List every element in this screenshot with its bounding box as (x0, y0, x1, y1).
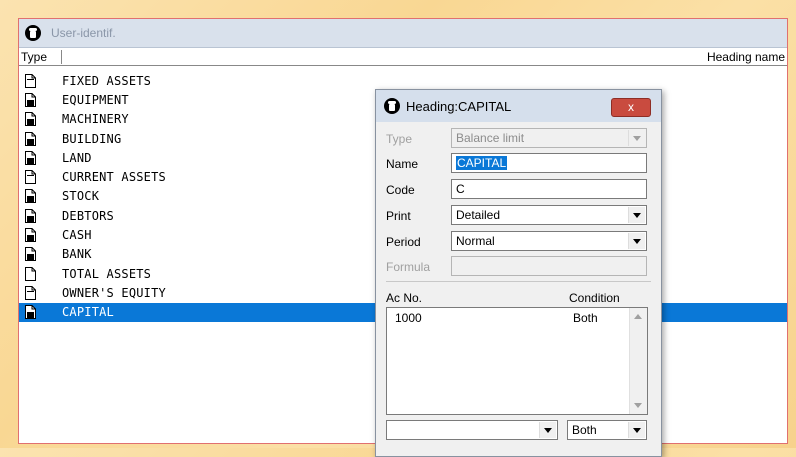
list-item-label: LAND (62, 150, 92, 165)
print-label: Print (386, 209, 411, 223)
main-window: User-identif. Type Heading name FIXED AS… (18, 18, 788, 457)
document-blank-icon (25, 266, 36, 281)
close-button[interactable]: x (611, 98, 651, 117)
account-list[interactable]: 1000 Both (386, 307, 648, 415)
list-item-label: STOCK (62, 189, 100, 204)
period-select[interactable]: Normal (451, 231, 647, 251)
period-value: Normal (456, 234, 495, 248)
period-label: Period (386, 235, 421, 249)
dialog-title-bar: Heading:CAPITAL x (376, 90, 661, 122)
window-title-bar: User-identif. (19, 19, 787, 48)
document-outline-icon (25, 73, 36, 88)
condition-header: Condition (569, 291, 620, 305)
chevron-down-icon (633, 136, 641, 141)
document-filled-icon (25, 208, 36, 223)
heading-dialog: Heading:CAPITAL x Type Balance limit Nam… (375, 89, 662, 457)
list-item-label: BANK (62, 247, 92, 262)
code-value: C (456, 182, 465, 196)
list-item-label: DEBTORS (62, 208, 114, 223)
list-item-label: EQUIPMENT (62, 92, 129, 107)
document-outline-icon (25, 285, 36, 300)
scroll-up-button[interactable] (630, 308, 647, 325)
name-input[interactable]: CAPITAL (451, 153, 647, 173)
document-filled-icon (25, 112, 36, 127)
dialog-title: Heading:CAPITAL (406, 98, 512, 114)
chevron-up-icon (634, 314, 642, 319)
column-heading-name[interactable]: Heading name (707, 50, 785, 64)
list-item[interactable]: FIXED ASSETS (19, 71, 787, 90)
name-label: Name (386, 157, 419, 171)
column-type[interactable]: Type (21, 50, 62, 64)
code-label: Code (386, 183, 415, 197)
account-select[interactable] (386, 420, 558, 440)
print-select[interactable]: Detailed (451, 205, 647, 225)
document-outline-icon (25, 170, 36, 185)
account-dropdown-button[interactable] (539, 422, 556, 438)
list-item-label: CURRENT ASSETS (62, 170, 166, 185)
condition-select-value: Both (572, 423, 597, 437)
column-header: Type Heading name (19, 48, 787, 66)
condition-dropdown-button[interactable] (628, 422, 645, 438)
acno-header: Ac No. (386, 291, 423, 305)
name-value: CAPITAL (456, 156, 508, 170)
list-item-label: OWNER'S EQUITY (62, 285, 166, 300)
condition-select[interactable]: Both (567, 420, 647, 440)
list-item-label: CASH (62, 228, 92, 243)
document-filled-icon (25, 150, 36, 165)
document-filled-icon (25, 92, 36, 107)
formula-label: Formula (386, 260, 431, 274)
list-item-label: TOTAL ASSETS (62, 266, 152, 281)
chevron-down-icon (633, 213, 641, 218)
type-value: Balance limit (456, 131, 525, 145)
list-item-label: CAPITAL (62, 305, 114, 320)
chevron-down-icon (634, 403, 642, 408)
chevron-down-icon (633, 428, 641, 433)
period-dropdown-button[interactable] (628, 233, 645, 249)
scroll-down-button[interactable] (630, 397, 647, 414)
account-row-condition[interactable]: Both (573, 311, 598, 325)
dialog-info-icon (384, 98, 400, 114)
type-select: Balance limit (451, 128, 647, 148)
scrollbar[interactable] (629, 308, 647, 414)
divider (386, 281, 651, 282)
document-filled-icon (25, 247, 36, 262)
type-label: Type (386, 132, 413, 146)
list-item-label: BUILDING (62, 131, 122, 146)
document-filled-icon (25, 305, 36, 320)
account-row-acno[interactable]: 1000 (395, 311, 422, 325)
formula-input (451, 256, 647, 276)
app-info-icon (25, 25, 41, 41)
type-dropdown-button (628, 130, 645, 146)
print-value: Detailed (456, 208, 501, 222)
list-item-label: FIXED ASSETS (62, 73, 152, 88)
window-title: User-identif. (51, 26, 116, 40)
chevron-down-icon (633, 239, 641, 244)
list-item-label: MACHINERY (62, 112, 129, 127)
document-filled-icon (25, 228, 36, 243)
chevron-down-icon (544, 428, 552, 433)
close-icon: x (628, 100, 634, 114)
document-filled-icon (25, 131, 36, 146)
print-dropdown-button[interactable] (628, 207, 645, 223)
document-filled-icon (25, 189, 36, 204)
code-input[interactable]: C (451, 179, 647, 199)
